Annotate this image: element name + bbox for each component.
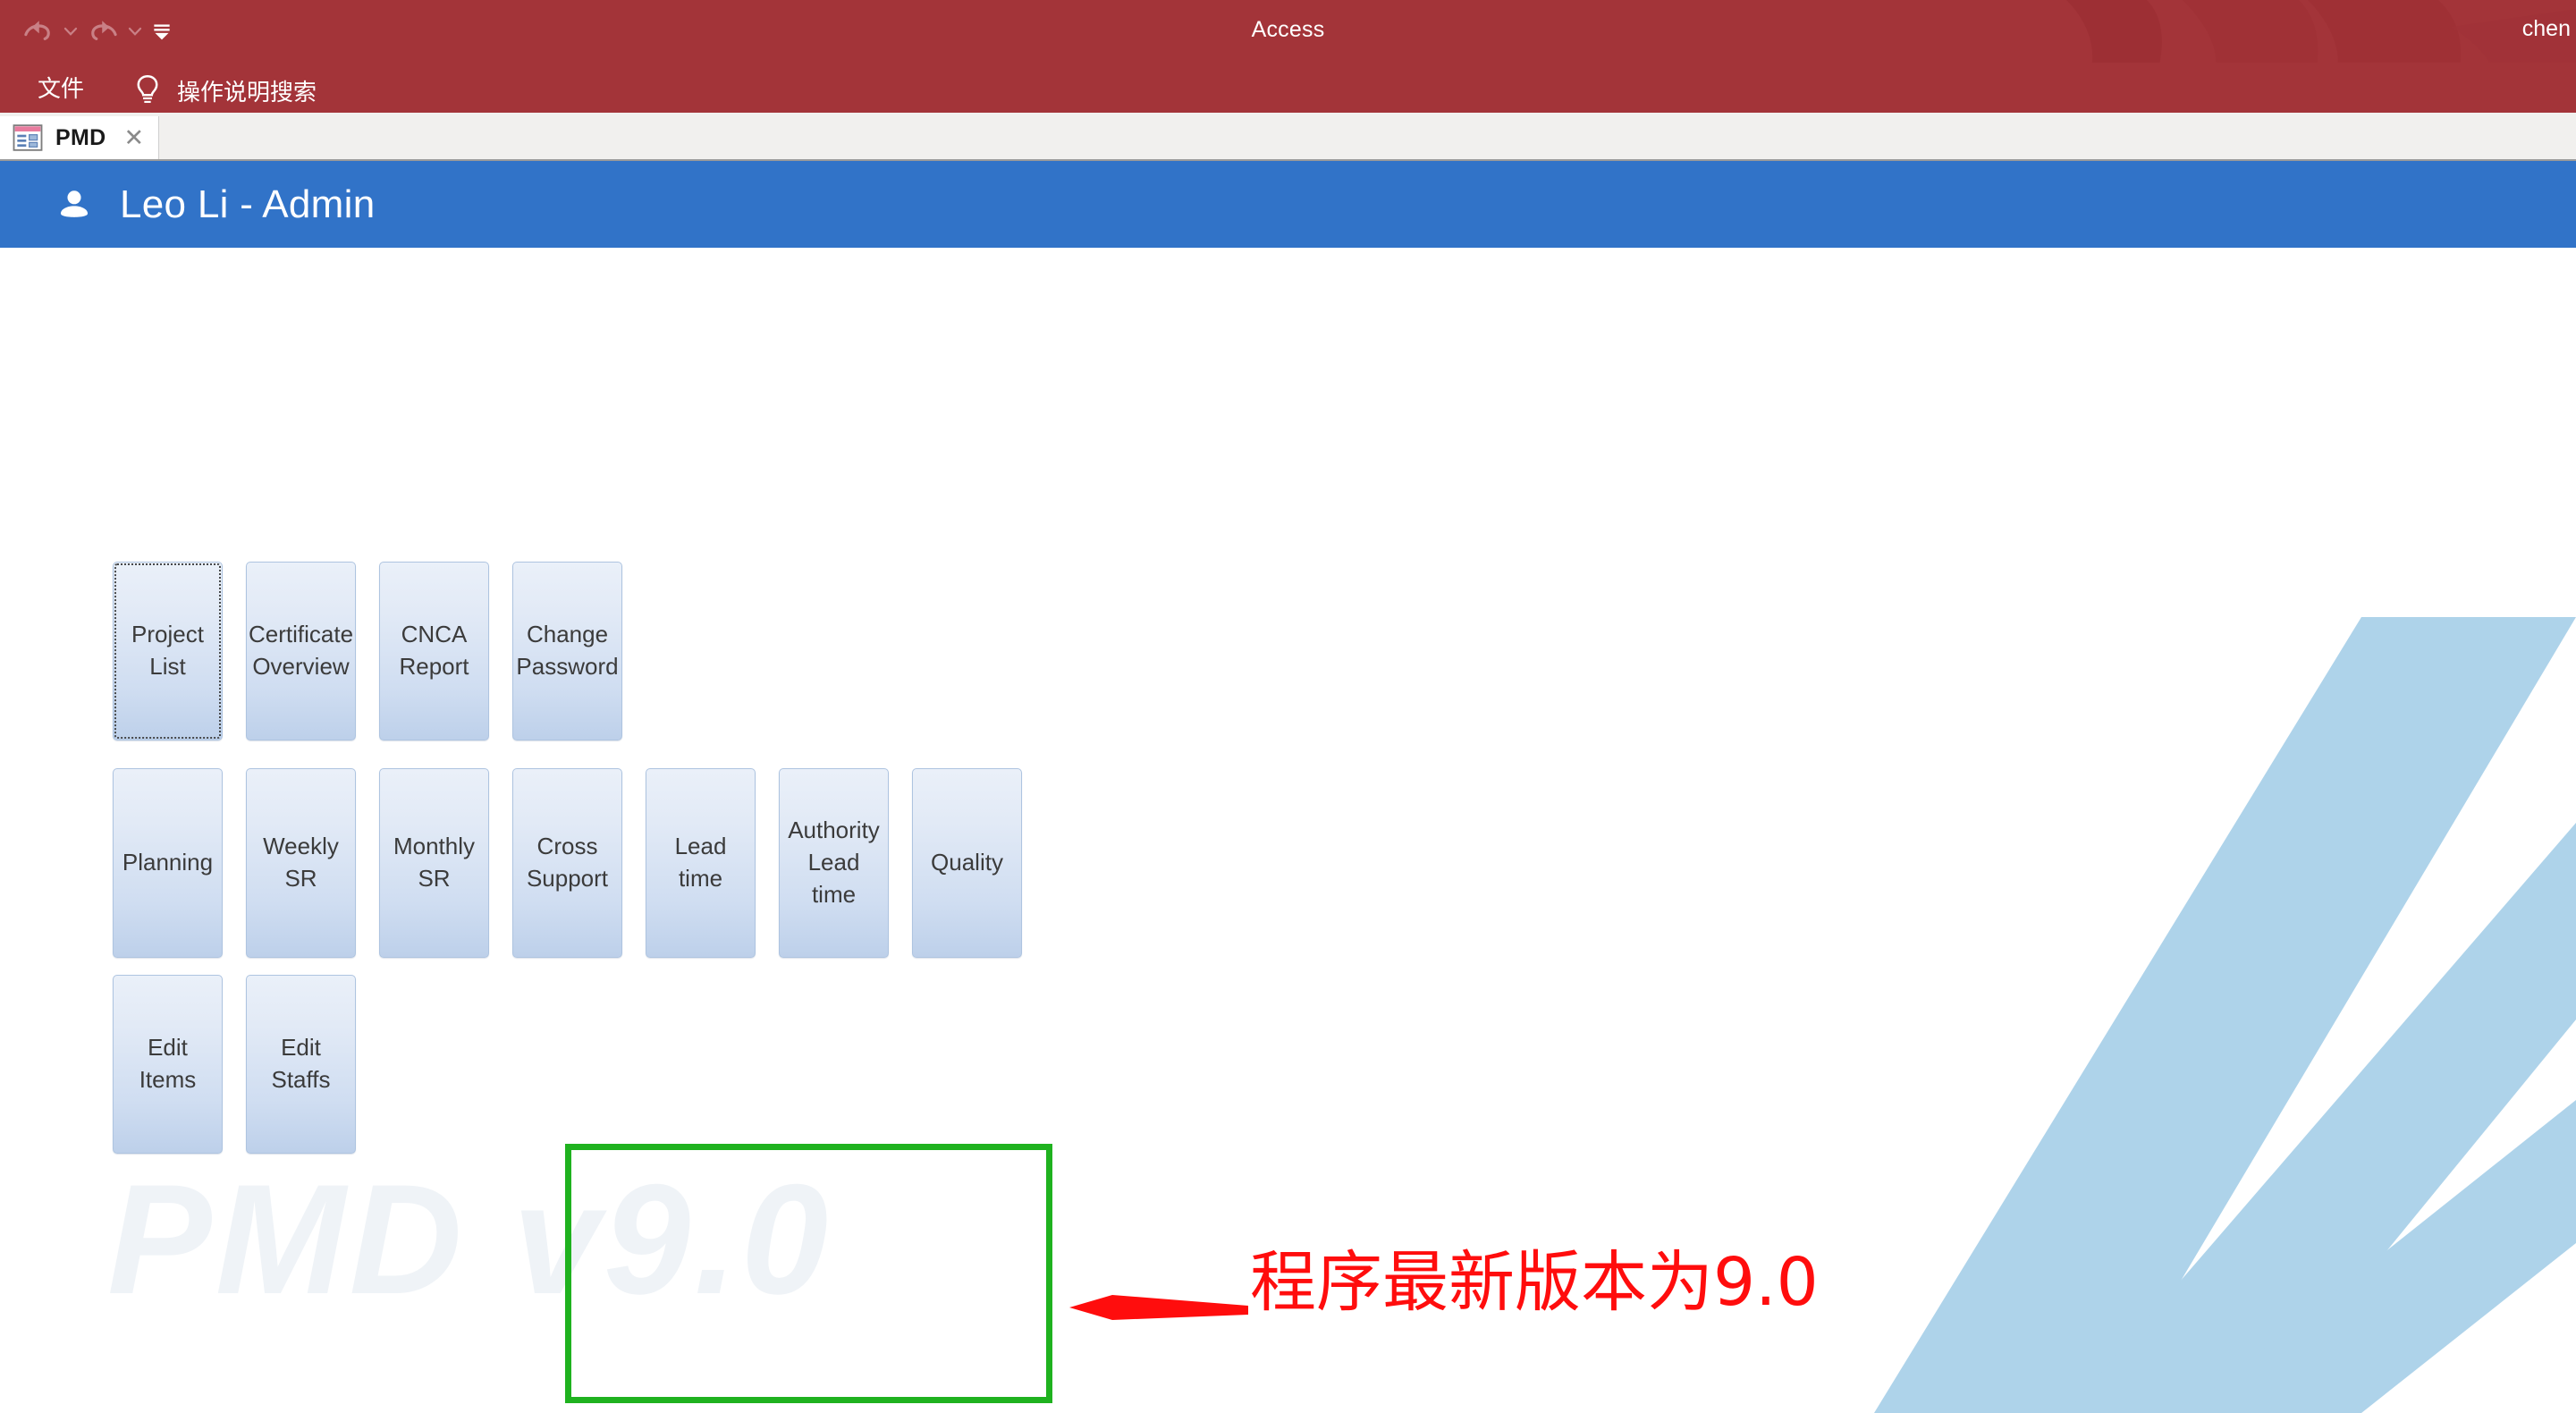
nav-button-edit-staffs[interactable]: Edit Staffs — [246, 975, 356, 1154]
tab-pmd-label: PMD — [55, 124, 106, 150]
nav-button-project-list[interactable]: Project List — [113, 562, 223, 740]
ribbon-tab-file[interactable]: 文件 — [27, 63, 95, 118]
nav-button-cnca-report[interactable]: CNCA Report — [379, 562, 489, 740]
nav-button-edit-items[interactable]: Edit Items — [113, 975, 223, 1154]
lightbulb-icon — [132, 73, 163, 107]
tell-me-label: 操作说明搜索 — [177, 78, 317, 106]
document-tab-strip: PMD ✕ — [0, 113, 2576, 161]
close-icon[interactable]: ✕ — [118, 126, 144, 150]
nav-button-row: Planning Weekly SR Monthly SR Cross Support… — [113, 768, 1022, 958]
nav-button-row: Edit Items Edit Staffs — [113, 975, 356, 1154]
nav-button-quality[interactable]: Quality — [912, 768, 1022, 958]
form-icon — [13, 124, 43, 151]
tab-pmd[interactable]: PMD ✕ — [0, 116, 160, 159]
nav-button-authority-lead-time[interactable]: Authority Lead time — [779, 768, 889, 958]
nav-button-monthly-sr[interactable]: Monthly SR — [379, 768, 489, 958]
form-header: Leo Li - Admin — [0, 161, 2576, 248]
nav-button-row: Project List Certificate Overview CNCA Rep… — [113, 562, 622, 740]
title-bar: Access chen — [0, 0, 2576, 63]
version-watermark: PMD v9.0 — [107, 1153, 832, 1327]
nav-button-certificate-overview[interactable]: Certificate Overview — [246, 562, 356, 740]
app-title: Access — [1251, 17, 1325, 42]
nav-button-planning[interactable]: Planning — [113, 768, 223, 958]
annotation-note: 程序最新版本为9.0 — [1250, 1244, 1819, 1321]
nav-button-weekly-sr[interactable]: Weekly SR — [246, 768, 356, 958]
user-account-label[interactable]: chen — [2522, 0, 2571, 63]
ribbon-bar: 文件 操作说明搜索 — [0, 63, 2576, 118]
form-header-title: Leo Li - Admin — [120, 182, 376, 226]
annotation-arrow-icon — [1069, 1295, 1248, 1320]
nav-button-cross-support[interactable]: Cross Support — [512, 768, 622, 958]
nav-button-lead-time[interactable]: Lead time — [646, 768, 756, 958]
nav-button-change-password[interactable]: Change Password — [512, 562, 622, 740]
person-icon — [55, 186, 93, 224]
form-canvas: PMD v9.0 Project List Certificate Overvie… — [0, 248, 2576, 1413]
tell-me-search[interactable]: 操作说明搜索 — [132, 63, 317, 118]
